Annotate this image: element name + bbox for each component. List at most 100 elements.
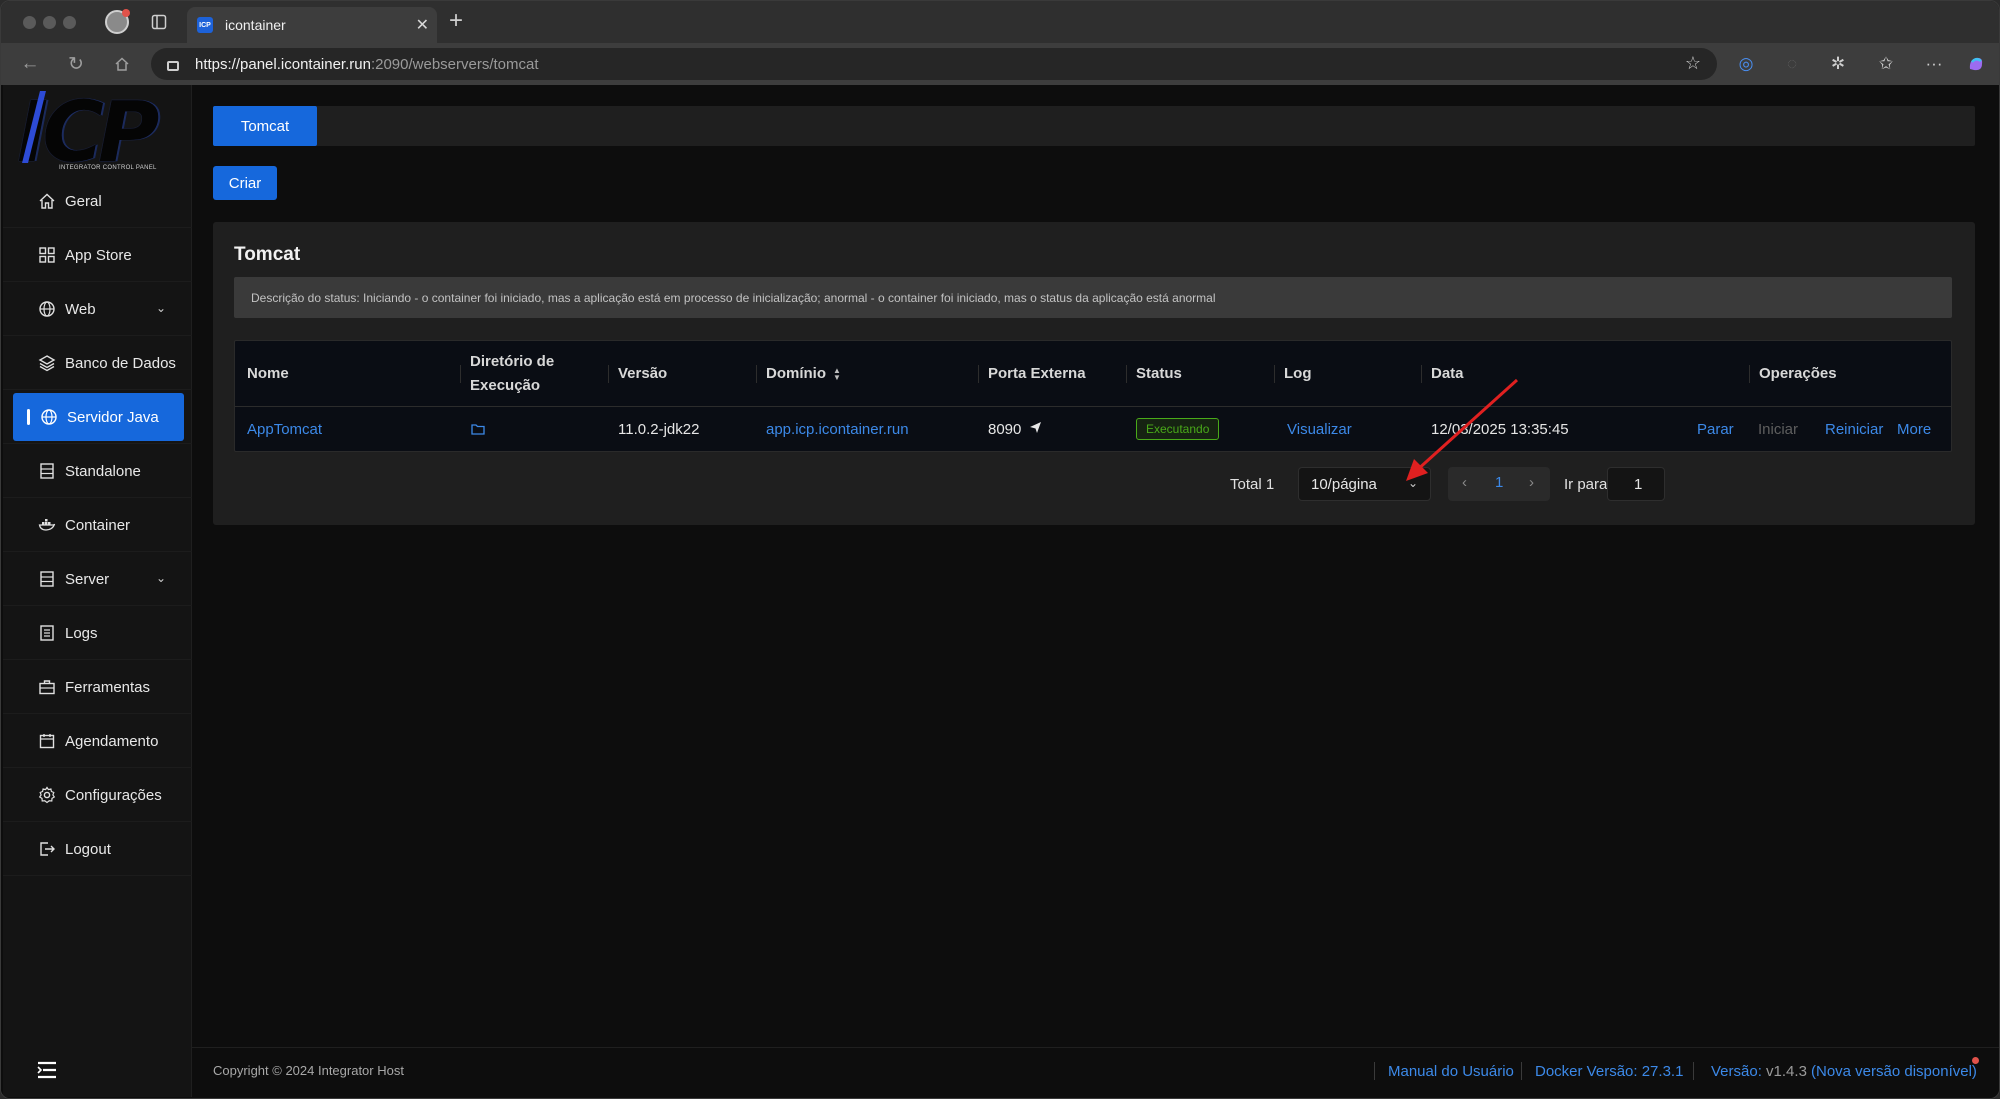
extensions-puzzle-icon[interactable]: ✲ [1825,51,1851,77]
window-minimize-dot[interactable] [43,16,56,29]
version-value: 11.0.2-jdk22 [618,420,700,438]
sidebar-item-label: Server [65,570,110,588]
docker-icon [37,515,57,535]
extension-disabled-icon[interactable]: ◌ [1779,51,1805,77]
profile-notification-dot [122,9,130,17]
sidebar: ICP INTEGRATOR CONTROL PANEL Geral App S… [3,83,192,1097]
col-status: Status [1126,341,1182,407]
sidebar-item-server[interactable]: Server ⌄ [3,555,192,606]
sidebar-item-label: Ferramentas [65,678,151,696]
col-domain[interactable]: Domínio ▲ ▼ [756,341,841,407]
copyright-text: Copyright © 2024 Integrator Host [213,1063,404,1078]
sidebar-item-banco-de-dados[interactable]: Banco de Dados [3,339,192,390]
calendar-icon [37,731,57,751]
col-exec-dir: Diretório de Execução [459,341,554,407]
favorites-icon[interactable]: ✩ [1873,51,1899,77]
extension-sync-icon[interactable]: ◎ [1733,51,1759,77]
menu-collapse-icon[interactable] [37,1061,57,1079]
create-button[interactable]: Criar [213,166,277,200]
stop-button[interactable]: Parar [1697,407,1734,451]
new-tab-icon[interactable]: + [449,7,463,35]
card-title: Tomcat [234,244,301,265]
server-icon [37,461,57,481]
sidebar-item-servidor-java[interactable]: Servidor Java [3,393,192,444]
chevron-down-icon: ⌄ [155,301,166,315]
tab-actions-icon[interactable] [146,9,172,35]
new-version-link[interactable]: (Nova versão disponível) [1811,1063,1977,1080]
browser-toolbar: ← ↻ https://panel.icontainer.run:2090/we… [1,43,1999,85]
more-button[interactable]: More [1897,407,1931,451]
address-bar[interactable]: https://panel.icontainer.run:2090/webser… [151,48,1717,80]
sidebar-item-label: Standalone [65,462,141,480]
status-badge: Executando [1136,418,1220,440]
goto-label: Ir para [1564,475,1608,493]
sort-icon[interactable]: ▲ ▼ [833,367,841,382]
sidebar-item-web[interactable]: Web ⌄ [3,285,192,336]
icp-logo[interactable]: ICP INTEGRATOR CONTROL PANEL [17,83,187,181]
sidebar-item-label: App Store [65,246,132,264]
folder-icon[interactable] [471,407,485,451]
open-port-icon[interactable] [1029,421,1042,438]
docker-version-link[interactable]: Docker Versão: 27.3.1 [1535,1063,1683,1080]
grid-icon [37,245,57,265]
sidebar-item-label: Configurações [65,786,162,804]
col-domain-label: Domínio [766,365,826,382]
sidebar-item-app-store[interactable]: App Store [3,231,192,282]
col-log: Log [1274,341,1312,407]
restart-button[interactable]: Reiniciar [1825,407,1883,451]
lock-icon [167,61,179,71]
goto-page-input[interactable]: 1 [1607,467,1665,501]
sidebar-item-label: Container [65,516,131,534]
sidebar-item-geral[interactable]: Geral [3,177,192,228]
chevron-down-icon: ⌄ [155,571,166,585]
active-indicator [27,409,30,425]
sidebar-item-ferramentas[interactable]: Ferramentas [3,663,192,714]
sidebar-item-label: Agendamento [65,732,159,750]
sidebar-item-logout[interactable]: Logout [3,825,192,876]
reload-icon[interactable]: ↻ [63,51,89,77]
favicon-icon: ICP [197,17,213,33]
status-description: Descrição do status: Iniciando - o conta… [234,277,1952,318]
window-zoom-dot[interactable] [63,16,76,29]
sidebar-item-agendamento[interactable]: Agendamento [3,717,192,768]
sidebar-item-label: Logout [65,840,111,858]
sidebar-item-label: Logs [65,624,98,642]
sidebar-item-standalone[interactable]: Standalone [3,447,192,498]
footer-divider [1693,1062,1694,1080]
sidebar-item-container[interactable]: Container [3,501,192,552]
home-icon [37,191,57,211]
port-cell: 8090 [988,407,1042,451]
col-version: Versão [607,341,667,407]
tab-tomcat[interactable]: Tomcat [213,106,317,146]
sidebar-item-configuracoes[interactable]: Configurações [3,771,192,822]
browser-tab-active[interactable]: ICP icontainer ✕ [187,7,437,43]
col-name: Nome [247,365,289,382]
domain-link[interactable]: app.icp.icontainer.run [766,407,909,451]
user-manual-link[interactable]: Manual do Usuário [1388,1063,1514,1080]
logout-icon [37,839,57,859]
server-icon [37,569,57,589]
globe-icon [39,407,59,427]
status-cell: Executando [1136,407,1220,451]
window-close-dot[interactable] [23,16,36,29]
app-name-link[interactable]: AppTomcat [247,407,322,451]
home-browser-icon[interactable] [109,51,135,77]
page-size-value: 10/página [1311,475,1377,493]
sidebar-item-label: Geral [65,192,102,210]
col-port: Porta Externa [978,341,1086,407]
start-button[interactable]: Iniciar [1758,407,1798,451]
view-log-link[interactable]: Visualizar [1287,407,1352,451]
copilot-icon[interactable] [1963,51,1989,77]
footer-divider [1521,1062,1522,1080]
bookmark-star-icon[interactable]: ☆ [1685,53,1701,74]
next-page-icon[interactable]: › [1529,474,1534,491]
footer: Copyright © 2024 Integrator Host Manual … [192,1047,1999,1097]
sidebar-item-label: Web [65,300,96,318]
tab-close-icon[interactable]: ✕ [416,15,429,35]
sidebar-item-label: Servidor Java [67,408,159,426]
version-value: v1.4.3 [1766,1063,1807,1080]
sidebar-item-logs[interactable]: Logs [3,609,192,660]
more-menu-icon[interactable]: ··· [1921,51,1947,77]
back-icon[interactable]: ← [17,51,43,77]
footer-divider [1374,1062,1375,1080]
